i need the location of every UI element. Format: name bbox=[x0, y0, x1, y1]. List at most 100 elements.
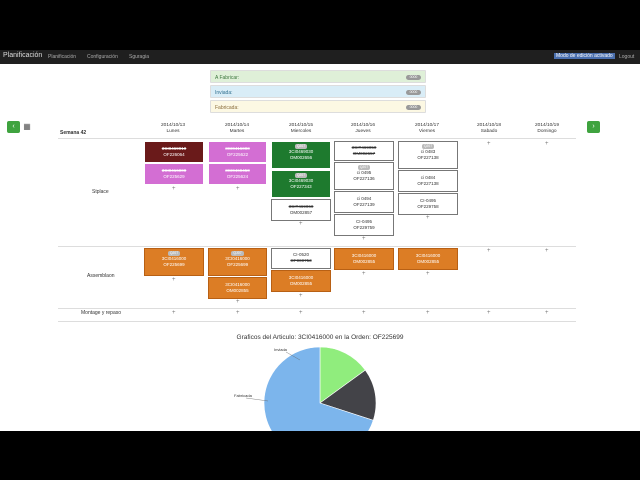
navbar: Planificación Planificación Configuració… bbox=[0, 50, 640, 64]
day-header-tuesday: 2014/10/14 Martes bbox=[212, 123, 262, 135]
pie-slice-inviada[interactable] bbox=[319, 346, 366, 404]
add-icon[interactable]: + bbox=[426, 215, 430, 221]
summary-inviada: Inviada: 0000 bbox=[210, 85, 426, 98]
add-icon[interactable]: + bbox=[487, 248, 491, 254]
add-icon[interactable]: + bbox=[545, 310, 549, 316]
order-card[interactable]: 3CIT469050 OM002657 bbox=[334, 141, 394, 161]
add-icon[interactable]: + bbox=[487, 310, 491, 316]
user-badge: QJ07 bbox=[357, 165, 371, 170]
add-icon[interactable]: + bbox=[362, 271, 366, 277]
add-icon[interactable]: + bbox=[487, 141, 491, 147]
nav-sguragia[interactable]: Sguragia bbox=[129, 54, 149, 60]
card-order: OF227343 bbox=[290, 183, 312, 189]
card-order: OF227138 bbox=[417, 180, 439, 186]
add-icon[interactable]: + bbox=[299, 310, 303, 316]
order-card[interactable]: 3CI0416000 OM002855 bbox=[334, 248, 394, 270]
add-icon[interactable]: + bbox=[426, 271, 430, 277]
card-order: OM002855 bbox=[416, 258, 440, 264]
main-content: A Fabricar: 0000 Inviada: 0000 Fabricada… bbox=[0, 64, 640, 431]
order-card[interactable]: CI-0495 OF229758 bbox=[398, 193, 458, 215]
add-icon[interactable]: + bbox=[545, 248, 549, 254]
card-order: OF225624 bbox=[226, 173, 249, 179]
card-order: OF227136 bbox=[353, 175, 375, 181]
order-card[interactable]: CI-0520 OF000753 bbox=[271, 248, 331, 269]
card-order: OM002857 bbox=[289, 209, 313, 215]
nav-planificacion[interactable]: Planificación bbox=[48, 54, 76, 60]
add-icon[interactable]: + bbox=[362, 236, 366, 242]
day-name: Sabado bbox=[480, 129, 498, 134]
day-header-wednesday: 2014/10/15 Miercoles bbox=[276, 123, 326, 135]
summary-count: 0000 bbox=[406, 74, 421, 80]
add-icon[interactable]: + bbox=[172, 277, 176, 283]
day-name: Viernes bbox=[418, 129, 436, 134]
order-card[interactable]: 3CI0416000 OM002855 bbox=[271, 270, 331, 292]
user-badge: QJ07 bbox=[167, 251, 181, 256]
order-card[interactable]: QJ07 3CI0416000 OF225699 bbox=[208, 248, 267, 276]
add-icon[interactable]: + bbox=[426, 310, 430, 316]
order-card[interactable]: 3CI0416000 OF225622 bbox=[208, 141, 267, 163]
day-name: Domingo bbox=[537, 129, 557, 134]
day-name: Miercoles bbox=[290, 129, 312, 134]
divider bbox=[58, 246, 576, 247]
day-name: Martes bbox=[229, 129, 245, 134]
logout-link[interactable]: Logout bbox=[619, 54, 634, 60]
card-order: OF227138 bbox=[417, 154, 439, 160]
order-card[interactable]: QJ07 3CI0416000 OF225699 bbox=[144, 248, 204, 276]
card-order: OF229758 bbox=[417, 203, 439, 209]
row-label-montage: Montage y repaso bbox=[81, 310, 122, 316]
add-icon[interactable]: + bbox=[362, 310, 366, 316]
add-icon[interactable]: + bbox=[299, 293, 303, 299]
next-week-button[interactable]: › bbox=[587, 121, 600, 133]
card-order: OF229759 bbox=[353, 224, 375, 230]
card-order: OF226064 bbox=[163, 151, 185, 157]
order-card[interactable]: CI-0495 OF229759 bbox=[334, 214, 394, 236]
pie-slice-a-fabricar[interactable] bbox=[263, 346, 374, 431]
row-label-assemblaon: Assemblaon bbox=[87, 273, 115, 279]
add-icon[interactable]: + bbox=[545, 141, 549, 147]
order-card[interactable]: 3CI0469910 OF226064 bbox=[144, 141, 204, 163]
week-label: Semana 42 bbox=[60, 130, 87, 136]
add-icon[interactable]: + bbox=[172, 186, 176, 192]
order-card[interactable]: QJ07 ci 0495 OF227136 bbox=[334, 162, 394, 190]
order-card[interactable]: 3CI0416000 OM002855 bbox=[398, 248, 458, 270]
edit-mode-indicator[interactable]: Modo de edición activado bbox=[554, 53, 615, 59]
pie-label-connector bbox=[245, 397, 269, 402]
card-order: OF227139 bbox=[353, 201, 375, 207]
day-name: Lunes bbox=[166, 129, 180, 134]
add-icon[interactable]: + bbox=[236, 186, 240, 192]
add-icon[interactable]: + bbox=[236, 299, 240, 305]
day-header-sunday: 2014/10/19 Domingo bbox=[522, 123, 572, 135]
nav-configuracion[interactable]: Configuración bbox=[87, 54, 118, 60]
card-order: OF225629 bbox=[163, 173, 185, 179]
user-badge: QJ07 bbox=[421, 144, 435, 149]
card-order: OF000753 bbox=[290, 257, 312, 263]
order-card[interactable]: 3CI0416000 OM002855 bbox=[208, 277, 267, 299]
order-card[interactable]: QJ07 ci 0483 OF227138 bbox=[398, 141, 458, 169]
brand[interactable]: Planificación bbox=[3, 52, 42, 59]
summary-fabricada: Fabricada: 0000 bbox=[210, 100, 426, 113]
card-order: OF225699 bbox=[163, 261, 185, 267]
order-card[interactable]: 3CIT469060 OM002857 bbox=[271, 199, 331, 221]
order-card[interactable]: QJ07 3CI0469030 OM002656 bbox=[271, 141, 331, 169]
order-card[interactable]: 3CI0469450 OF225624 bbox=[208, 163, 267, 185]
add-icon[interactable]: + bbox=[299, 221, 303, 227]
pie-slice-label: Inviada bbox=[274, 347, 288, 352]
add-icon[interactable]: + bbox=[236, 310, 240, 316]
pie-slice-fabricada[interactable] bbox=[319, 369, 377, 421]
row-label-stplace: Stplace bbox=[92, 189, 109, 195]
order-card[interactable]: ci 0494 OF227139 bbox=[334, 191, 394, 213]
card-order: OF225699 bbox=[226, 261, 249, 267]
grid-view-icon[interactable]: ▦ bbox=[22, 122, 32, 132]
divider bbox=[58, 138, 576, 139]
user-badge: QJ07 bbox=[294, 173, 308, 178]
divider bbox=[58, 321, 576, 322]
add-icon[interactable]: + bbox=[172, 310, 176, 316]
card-order: OM002656 bbox=[289, 154, 313, 160]
order-card[interactable]: 3CI0416000 OF225629 bbox=[144, 163, 204, 185]
order-card[interactable]: QJ07 3CI0469030 OF227343 bbox=[271, 170, 331, 198]
prev-week-button[interactable]: ‹ bbox=[7, 121, 20, 133]
summary-label: Fabricada: bbox=[215, 104, 239, 111]
order-card[interactable]: ci 0484 OF227138 bbox=[398, 170, 458, 192]
day-header-saturday: 2014/10/18 Sabado bbox=[464, 123, 514, 135]
summary-a-fabricar: A Fabricar: 0000 bbox=[210, 70, 426, 83]
